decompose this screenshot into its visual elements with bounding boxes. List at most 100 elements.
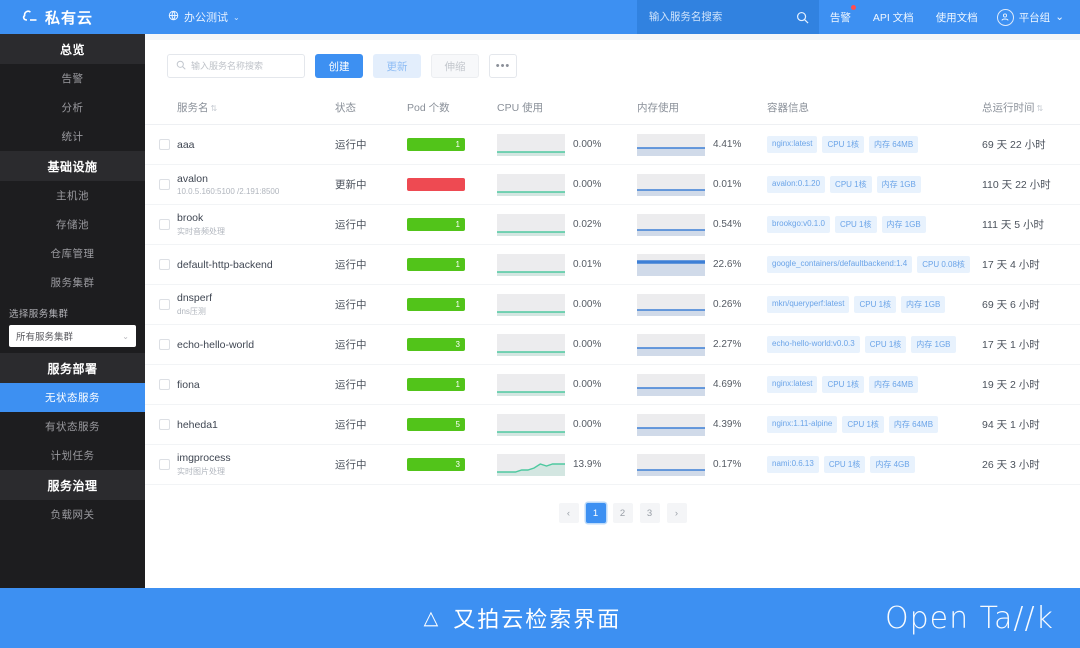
row-name-cell[interactable]: fiona	[177, 364, 335, 405]
row-select-cell[interactable]	[145, 364, 177, 405]
row-select-cell[interactable]	[145, 124, 177, 165]
header-link-alarm[interactable]: 告警	[819, 4, 862, 25]
search-input[interactable]	[648, 11, 796, 23]
open-talk-logo: Open Ta//k	[885, 600, 1054, 636]
table-row[interactable]: default-http-backend 运行中 1 0.01% 22.6% g…	[145, 244, 1080, 285]
row-pod-cell: 1	[407, 364, 497, 405]
main-content: 创建 更新 伸缩 ••• 服务名⇅ 状态 Pod 个数 CPU 使用 内存使	[145, 34, 1080, 588]
service-search-input[interactable]	[191, 61, 308, 71]
uptime-value: 110 天 22 小时	[982, 179, 1051, 191]
project-name: 办公测试	[184, 12, 228, 24]
header-link-usage-doc[interactable]: 使用文档	[925, 10, 989, 25]
sort-icon: ⇅	[210, 104, 218, 113]
pod-count-value: 3	[455, 460, 460, 469]
sidebar-item-cron-job[interactable]: 计划任务	[0, 441, 145, 470]
memory-percent: 0.01%	[713, 179, 742, 190]
project-selector[interactable]: 办公测试 ⌄	[168, 9, 240, 25]
row-checkbox[interactable]	[159, 219, 170, 230]
logo[interactable]: 私有云	[0, 7, 145, 28]
table-row[interactable]: heheda1 运行中 5 0.00% 4.39% nginx:1.11-alp…	[145, 404, 1080, 445]
th-uptime[interactable]: 总运行时间 ⇅	[982, 100, 1080, 125]
pagination-next[interactable]: ›	[666, 503, 687, 523]
table-row[interactable]: brook 实时音频处理 运行中 1 0.02% 0.54% brookgo:v…	[145, 204, 1080, 245]
sidebar-item-stateless-service[interactable]: 无状态服务	[0, 383, 145, 412]
service-name: dnsperf	[177, 292, 213, 304]
row-checkbox[interactable]	[159, 379, 170, 390]
table-row[interactable]: dnsperf dns压测 运行中 1 0.00% 0.26% mkn/quer…	[145, 284, 1080, 325]
row-select-cell[interactable]	[145, 284, 177, 325]
sidebar-item-load-gateway[interactable]: 负载网关	[0, 500, 145, 529]
scale-button[interactable]: 伸缩	[431, 54, 479, 78]
row-state-cell: 运行中	[335, 364, 407, 405]
row-select-cell[interactable]	[145, 204, 177, 245]
container-tags: brookgo:v0.1.0 CPU 1核 内存 1GB	[767, 216, 982, 233]
update-button[interactable]: 更新	[373, 54, 421, 78]
sidebar-item-host-pool[interactable]: 主机池	[0, 181, 145, 210]
container-tag: CPU 0.08核	[917, 256, 970, 273]
container-tag: 内存 1GB	[876, 176, 921, 193]
row-checkbox[interactable]	[159, 179, 170, 190]
user-menu[interactable]: 平台组 ⌄	[989, 8, 1080, 26]
search-icon[interactable]	[796, 11, 809, 24]
row-name-cell[interactable]: dnsperf dns压测	[177, 284, 335, 325]
th-service-name[interactable]: 服务名 ⇅	[177, 100, 335, 125]
row-select-cell[interactable]	[145, 164, 177, 205]
row-checkbox[interactable]	[159, 459, 170, 470]
sidebar-item-registry[interactable]: 仓库管理	[0, 239, 145, 268]
row-name-cell[interactable]: echo-hello-world	[177, 324, 335, 365]
pagination-page-1[interactable]: 1	[585, 503, 606, 523]
cpu-sparkline	[497, 293, 565, 316]
header-link-api-doc[interactable]: API 文档	[862, 10, 925, 25]
row-select-cell[interactable]	[145, 444, 177, 485]
sidebar-item-stateful-service[interactable]: 有状态服务	[0, 412, 145, 441]
row-name-cell[interactable]: aaa	[177, 124, 335, 165]
row-cpu-cell: 0.00%	[497, 404, 637, 445]
row-select-cell[interactable]	[145, 244, 177, 285]
row-select-cell[interactable]	[145, 404, 177, 445]
row-checkbox[interactable]	[159, 299, 170, 310]
th-memory-usage: 内存使用	[637, 100, 767, 125]
sidebar-item-service-cluster[interactable]: 服务集群	[0, 268, 145, 297]
table-row[interactable]: fiona 运行中 1 0.00% 4.69% nginx:latest CPU…	[145, 364, 1080, 405]
table-row[interactable]: imgprocess 实时图片处理 运行中 3 13.9% 0.17% nami…	[145, 444, 1080, 485]
memory-sparkline	[637, 213, 705, 236]
row-name-cell[interactable]: avalon 10.0.5.160:5100 /2.191:8500	[177, 164, 335, 205]
row-container-cell: echo-hello-world:v0.0.3 CPU 1核 内存 1GB	[767, 324, 982, 365]
banner-caption: 又拍云检索界面	[453, 607, 622, 632]
row-checkbox[interactable]	[159, 259, 170, 270]
sidebar-item-statistics[interactable]: 统计	[0, 122, 145, 151]
more-actions-button[interactable]: •••	[489, 54, 517, 78]
row-checkbox[interactable]	[159, 339, 170, 350]
row-name-cell[interactable]: brook 实时音频处理	[177, 204, 335, 245]
container-tags: nginx:1.11-alpine CPU 1核 内存 64MB	[767, 416, 982, 433]
table-row[interactable]: avalon 10.0.5.160:5100 /2.191:8500 更新中 0…	[145, 164, 1080, 205]
sidebar-group-infrastructure: 基础设施	[0, 151, 145, 181]
pagination-prev[interactable]: ‹	[558, 503, 579, 523]
service-search[interactable]	[167, 54, 308, 78]
table-row[interactable]: aaa 运行中 1 0.00% 4.41% nginx:latest CPU 1…	[145, 124, 1080, 165]
sidebar-item-storage-pool[interactable]: 存储池	[0, 210, 145, 239]
sidebar-item-analysis[interactable]: 分析	[0, 93, 145, 122]
create-button[interactable]: 创建	[315, 54, 363, 78]
row-checkbox[interactable]	[159, 139, 170, 150]
row-name-cell[interactable]: heheda1	[177, 404, 335, 445]
sidebar-item-alarm[interactable]: 告警	[0, 64, 145, 93]
service-name: fiona	[177, 378, 200, 391]
row-state-cell: 运行中	[335, 404, 407, 445]
service-subtitle: 10.0.5.160:5100 /2.191:8500	[177, 187, 280, 196]
triangle-icon: △	[423, 607, 441, 629]
global-search[interactable]	[636, 0, 819, 34]
row-cpu-cell: 0.02%	[497, 204, 637, 245]
table-row[interactable]: echo-hello-world 运行中 3 0.00% 2.27% echo-…	[145, 324, 1080, 365]
pagination-page-2[interactable]: 2	[612, 503, 633, 523]
cpu-sparkline	[497, 133, 565, 156]
pagination-page-3[interactable]: 3	[639, 503, 660, 523]
cluster-picker-label: 选择服务集群	[9, 309, 69, 320]
cluster-select[interactable]: 所有服务集群 ⌄	[9, 325, 136, 347]
row-select-cell[interactable]	[145, 324, 177, 365]
row-memory-cell: 22.6%	[637, 244, 767, 285]
row-name-cell[interactable]: default-http-backend	[177, 244, 335, 285]
row-checkbox[interactable]	[159, 419, 170, 430]
memory-percent: 4.69%	[713, 379, 742, 390]
row-name-cell[interactable]: imgprocess 实时图片处理	[177, 444, 335, 485]
